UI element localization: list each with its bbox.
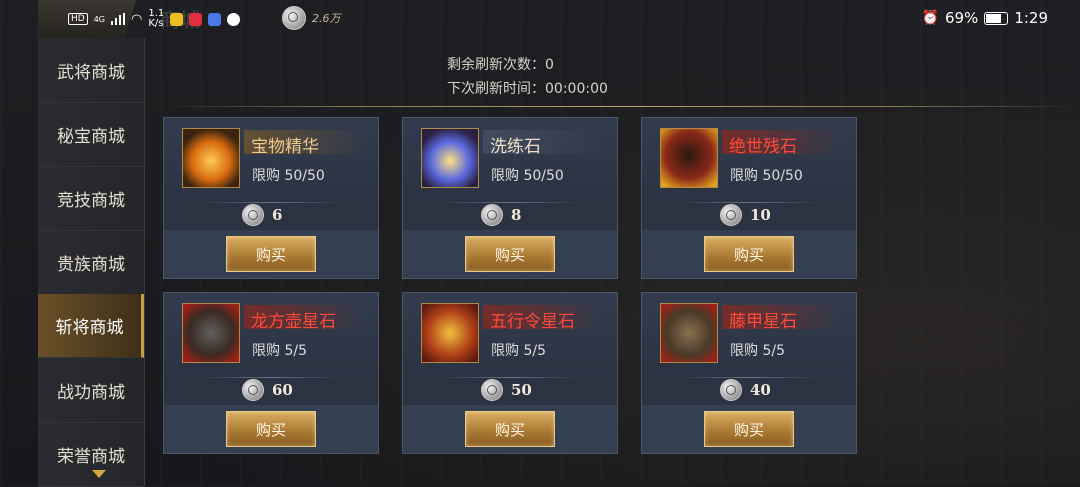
silver-coin-icon [242, 379, 264, 401]
sidebar-item-merit-shop[interactable]: 战功商城 [38, 358, 144, 423]
item-price: 6 [242, 204, 282, 226]
sidebar-item-noble-shop[interactable]: 贵族商城 [38, 230, 144, 295]
next-refresh-label: 下次刷新时间： [447, 81, 545, 97]
refresh-remaining-value: 0 [545, 57, 554, 73]
battery-percent: 69% [944, 9, 979, 27]
shop-item-card: 宝物精华 限购 50/50 6 购买 [163, 117, 379, 279]
item-name: 藤甲星石 [729, 312, 797, 332]
dragon-vase-star-stone-icon [182, 303, 240, 363]
item-limit: 限购 50/50 [252, 168, 325, 184]
buy-button[interactable]: 购买 [704, 236, 794, 272]
treasure-essence-icon [182, 128, 240, 188]
app-notification-icon [189, 12, 203, 26]
refining-stone-icon [421, 128, 479, 188]
app-notification-icon [170, 12, 184, 26]
shop-sidebar: 武将商城 秘宝商城 竞技商城 贵族商城 斩将商城 战功商城 荣誉商城 [38, 38, 145, 487]
item-name: 龙方壶星石 [251, 312, 336, 332]
item-name: 绝世残石 [729, 137, 797, 157]
app-notification-icon [208, 12, 222, 26]
silver-coin-icon [481, 379, 503, 401]
buy-button[interactable]: 购买 [704, 411, 794, 447]
signal-icon [111, 13, 125, 25]
rattan-armor-star-stone-icon [660, 303, 718, 363]
price-value: 60 [272, 381, 293, 399]
net-speed: 1.1 K/s [148, 9, 164, 29]
silver-coin-icon [720, 204, 742, 226]
peerless-fragment-icon [660, 128, 718, 188]
item-limit: 限购 5/5 [491, 343, 546, 359]
buy-button[interactable]: 购买 [226, 411, 316, 447]
silver-coin-icon [720, 379, 742, 401]
sidebar-item-slay-general-shop[interactable]: 斩将商城 [38, 294, 144, 358]
network-gen: 4G [93, 14, 105, 24]
sidebar-item-arena-shop[interactable]: 竞技商城 [38, 166, 144, 231]
status-right: ⏰ 69% 1:29 [922, 9, 1048, 27]
buy-button[interactable]: 购买 [465, 411, 555, 447]
refresh-remaining-label: 剩余刷新次数： [447, 57, 545, 73]
item-name: 五行令星石 [490, 312, 575, 332]
buy-button[interactable]: 购买 [226, 236, 316, 272]
buy-button[interactable]: 购买 [465, 236, 555, 272]
speed-unit: K/s [148, 18, 164, 29]
item-price: 50 [481, 379, 532, 401]
wifi-icon: ◠ [131, 11, 143, 27]
price-value: 10 [750, 206, 771, 224]
price-value: 8 [511, 206, 522, 224]
alarm-icon: ⏰ [921, 10, 939, 26]
silver-coin-icon [481, 204, 503, 226]
refresh-info: 剩余刷新次数：0 下次刷新时间：00:00:00 [447, 53, 608, 101]
item-price: 60 [242, 379, 293, 401]
five-element-token-star-stone-icon [421, 303, 479, 363]
item-limit: 限购 5/5 [730, 343, 785, 359]
sidebar-item-treasure-shop[interactable]: 秘宝商城 [38, 102, 144, 167]
hd-badge: HD [68, 13, 88, 25]
item-name: 宝物精华 [251, 137, 319, 157]
item-price: 8 [481, 204, 521, 226]
shop-item-card: 藤甲星石 限购 5/5 40 购买 [641, 292, 857, 454]
price-value: 6 [272, 206, 283, 224]
silver-coin-icon [242, 204, 264, 226]
clock: 1:29 [1014, 9, 1048, 27]
shop-item-card: 洗练石 限购 50/50 8 购买 [402, 117, 618, 279]
currency-display: 2.6万 [282, 6, 341, 30]
header-divider [160, 106, 1080, 107]
chevron-down-icon[interactable] [92, 470, 106, 478]
item-name: 洗练石 [490, 137, 541, 157]
status-left: HD 4G ◠ 1.1 K/s [68, 9, 241, 29]
shop-item-card: 龙方壶星石 限购 5/5 60 购买 [163, 292, 379, 454]
sidebar-item-honor-shop[interactable]: 荣誉商城 [38, 422, 144, 487]
item-price: 10 [720, 204, 771, 226]
item-price: 40 [720, 379, 771, 401]
currency-amount: 2.6万 [312, 12, 341, 25]
item-limit: 限购 5/5 [252, 343, 307, 359]
battery-icon [984, 11, 1009, 25]
app-notification-icon [227, 12, 241, 26]
sidebar-item-general-shop[interactable]: 武将商城 [38, 38, 144, 103]
next-refresh-value: 00:00:00 [545, 81, 608, 97]
status-bar: 商城 HD 4G ◠ 1.1 K/s 2.6万 ⏰ 69% 1:29 [0, 0, 1080, 38]
price-value: 50 [511, 381, 532, 399]
price-value: 40 [750, 381, 771, 399]
item-limit: 限购 50/50 [491, 168, 564, 184]
shop-item-card: 五行令星石 限购 5/5 50 购买 [402, 292, 618, 454]
item-limit: 限购 50/50 [730, 168, 803, 184]
silver-coin-icon [282, 6, 306, 30]
shop-item-card: 绝世残石 限购 50/50 10 购买 [641, 117, 857, 279]
